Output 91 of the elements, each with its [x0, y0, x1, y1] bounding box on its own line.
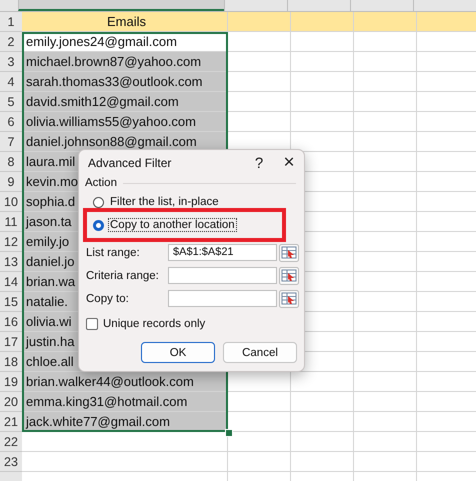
- dialog-button[interactable]: Cancel: [223, 342, 297, 363]
- table-cell: [354, 92, 417, 112]
- input-field[interactable]: [168, 290, 277, 307]
- table-cell: [354, 432, 417, 452]
- row-number[interactable]: 12: [0, 232, 22, 252]
- header-cell: [417, 12, 476, 32]
- range-picker-icon[interactable]: [279, 244, 299, 262]
- table-cell: [228, 392, 291, 412]
- row-number[interactable]: 21: [0, 412, 22, 432]
- table-cell: [354, 312, 417, 332]
- row-number[interactable]: 8: [0, 152, 22, 172]
- table-cell: [354, 212, 417, 232]
- table-cell: [354, 112, 417, 132]
- dialog-title: Advanced Filter: [88, 156, 172, 170]
- table-cell: olivia.williams55@yahoo.com: [22, 112, 228, 132]
- table-cell: brian.walker44@outlook.com: [22, 372, 228, 392]
- table-cell: [354, 72, 417, 92]
- input-field[interactable]: $A$1:$A$21: [168, 244, 277, 261]
- table-cell: [228, 52, 291, 72]
- table-cell: [228, 72, 291, 92]
- table-cell: [354, 232, 417, 252]
- table-cell: [354, 412, 417, 432]
- row-number[interactable]: 16: [0, 312, 22, 332]
- table-cell: [291, 372, 354, 392]
- help-button[interactable]: ?: [244, 149, 274, 177]
- table-cell: [354, 32, 417, 52]
- column-header[interactable]: [18, 0, 224, 11]
- row-number[interactable]: 13: [0, 252, 22, 272]
- table-cell: [291, 412, 354, 432]
- row-number[interactable]: 23: [0, 452, 22, 472]
- table-cell: [291, 32, 354, 52]
- dialog-button[interactable]: OK: [141, 342, 215, 363]
- table-cell: david.smith12@gmail.com: [22, 92, 228, 112]
- row-number[interactable]: 10: [0, 192, 22, 212]
- row-number[interactable]: 3: [0, 52, 22, 72]
- row-number[interactable]: 7: [0, 132, 22, 152]
- table-cell: [291, 112, 354, 132]
- row-number[interactable]: 4: [0, 72, 22, 92]
- header-cell: [354, 12, 417, 32]
- header-cell: Emails: [22, 12, 228, 32]
- radio-button[interactable]: [93, 220, 104, 230]
- fill-handle[interactable]: [225, 429, 233, 437]
- row-number[interactable]: 6: [0, 112, 22, 132]
- table-cell: [354, 352, 417, 372]
- table-cell: [354, 372, 417, 392]
- radio-label[interactable]: Copy to another location: [108, 218, 237, 232]
- range-picker-icon[interactable]: [279, 266, 299, 284]
- row-number[interactable]: 20: [0, 392, 22, 412]
- radio-button[interactable]: [93, 196, 104, 208]
- row-number[interactable]: 2: [0, 32, 22, 52]
- close-button[interactable]: ×: [274, 149, 304, 177]
- table-cell: michael.brown87@yahoo.com: [22, 52, 228, 72]
- table-cell: [354, 392, 417, 412]
- table-cell: emma.king31@hotmail.com: [22, 392, 228, 412]
- checkbox-label[interactable]: Unique records only: [103, 318, 206, 330]
- table-cell: sarah.thomas33@outlook.com: [22, 72, 228, 92]
- table-cell: [354, 132, 417, 152]
- table-cell: [354, 272, 417, 292]
- group-label: Action: [85, 177, 117, 189]
- table-cell: [291, 392, 354, 412]
- table-cell: [228, 32, 291, 52]
- table-cell: [291, 72, 354, 92]
- table-cell: [228, 92, 291, 112]
- input-field[interactable]: [168, 267, 277, 284]
- field-label: Criteria range:: [86, 270, 160, 282]
- row-number[interactable]: 14: [0, 272, 22, 292]
- row-number[interactable]: 1: [0, 12, 22, 32]
- row-number[interactable]: 18: [0, 352, 22, 372]
- row-number[interactable]: 5: [0, 92, 22, 112]
- table-cell: [354, 152, 417, 172]
- table-cell: [354, 332, 417, 352]
- table-cell: [354, 292, 417, 312]
- row-number[interactable]: 9: [0, 172, 22, 192]
- table-cell: [291, 92, 354, 112]
- field-label: Copy to:: [86, 292, 130, 304]
- header-cell: [291, 12, 354, 32]
- header-cell: [228, 12, 291, 32]
- table-cell: [291, 52, 354, 72]
- table-cell: [354, 172, 417, 192]
- checkbox[interactable]: [86, 318, 98, 330]
- row-number[interactable]: 17: [0, 332, 22, 352]
- row-number[interactable]: 15: [0, 292, 22, 312]
- table-cell: [354, 192, 417, 212]
- table-cell: [354, 252, 417, 272]
- row-number[interactable]: 19: [0, 372, 22, 392]
- table-cell: [291, 432, 354, 452]
- row-number[interactable]: 11: [0, 212, 22, 232]
- range-picker-icon[interactable]: [279, 290, 299, 308]
- radio-label[interactable]: Filter the list, in-place: [108, 195, 221, 209]
- table-cell: [354, 52, 417, 72]
- row-number[interactable]: 22: [0, 432, 22, 452]
